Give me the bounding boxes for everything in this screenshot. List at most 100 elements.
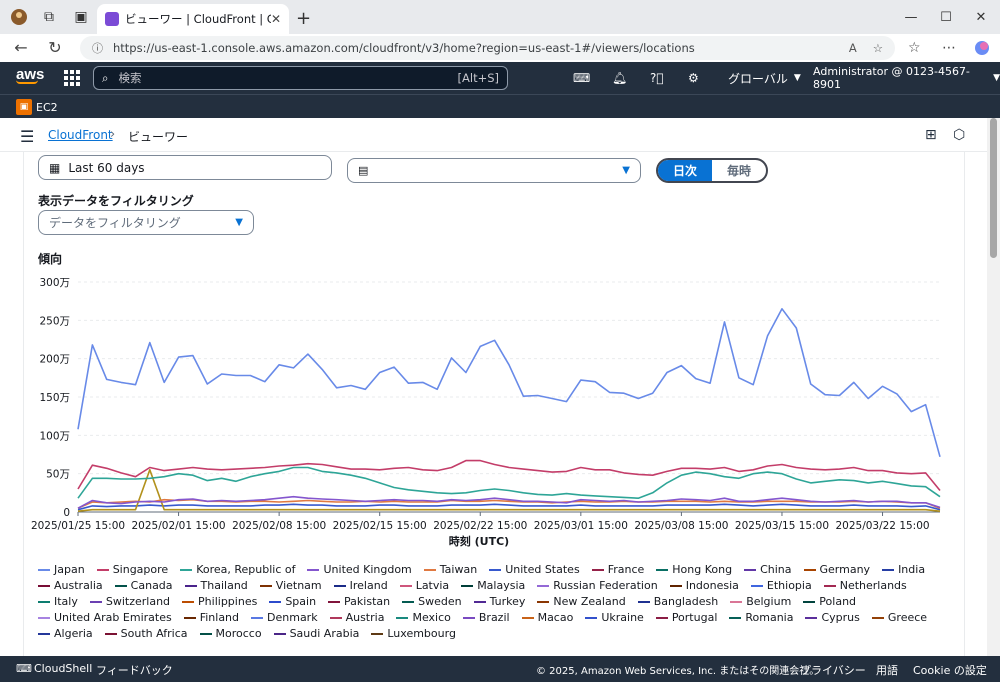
profile-icon[interactable] [2,0,36,34]
legend-item[interactable]: Romania [729,610,793,625]
breadcrumb-cloudfront-link[interactable]: CloudFront [48,128,113,142]
legend-item[interactable]: Korea, Republic of [180,562,295,577]
terms-link[interactable]: 用語 [876,662,898,678]
legend-item[interactable]: Turkey [473,594,525,609]
legend-item[interactable]: Vietnam [259,578,322,593]
legend-item[interactable]: Italy [38,594,78,609]
cloudfront-favicon-icon [105,12,119,26]
ec2-shortcut[interactable]: ▣ EC2 [16,99,58,115]
x-tick-label: 2025/03/08 15:00 [634,520,728,532]
account-caret-icon: ▼ [993,73,1000,83]
services-menu-icon[interactable] [64,70,80,86]
legend-item[interactable]: Hong Kong [656,562,732,577]
legend-item[interactable]: New Zealand [537,594,626,609]
legend-item[interactable]: Singapore [96,562,168,577]
favorite-star-icon[interactable]: ☆ [873,41,883,55]
legend-swatch [182,600,195,603]
x-tick-label: 2025/03/22 15:00 [835,520,929,532]
back-icon[interactable]: ← [6,38,36,57]
legend-item[interactable]: United Kingdom [307,562,412,577]
vertical-tabs-icon[interactable]: ▣ [64,0,98,34]
legend-swatch [521,616,534,619]
legend-item[interactable]: Mexico [396,610,451,625]
cloudshell-link[interactable]: CloudShell [34,662,92,675]
legend-item[interactable]: Indonesia [669,578,739,593]
scrollbar-thumb[interactable] [990,118,997,258]
legend-item[interactable]: Canada [114,578,173,593]
legend-item[interactable]: Denmark [251,610,318,625]
site-info-icon[interactable]: ⓘ [92,40,103,56]
legend-item[interactable]: Germany [803,562,870,577]
legend-item[interactable]: South Africa [104,626,188,641]
legend-item[interactable]: Ukraine [585,610,644,625]
legend-item[interactable]: Philippines [182,594,257,609]
legend-item[interactable]: Portugal [655,610,717,625]
legend-item[interactable]: Malaysia [461,578,525,593]
console-search-input[interactable]: ⌕ 検索 [Alt+S] [93,66,508,90]
reload-icon[interactable]: ↻ [40,38,70,57]
legend-item[interactable]: Brazil [462,610,510,625]
legend-item[interactable]: Thailand [184,578,248,593]
legend-item[interactable]: United States [489,562,580,577]
notifications-bell-icon[interactable]: 🔔︎ [612,62,627,94]
aws-logo[interactable]: aws [16,66,44,84]
account-label: Administrator @ 0123-4567-8901 [813,65,970,91]
legend-item[interactable]: Japan [38,562,85,577]
legend-item[interactable]: Morocco [199,626,262,641]
legend-item[interactable]: Ireland [333,578,388,593]
legend-item[interactable]: Latvia [399,578,449,593]
legend-item[interactable]: China [744,562,792,577]
workspaces-icon[interactable]: ⧉ [32,0,66,34]
more-menu-icon[interactable]: ⋯ [942,34,956,62]
account-menu[interactable]: Administrator @ 0123-4567-8901 ▼ [813,62,1000,94]
legend-item[interactable]: Bangladesh [637,594,718,609]
legend-item[interactable]: Cyprus [805,610,860,625]
legend-item[interactable]: Sweden [402,594,462,609]
help-icon[interactable]: ?⃝ [650,62,664,94]
legend-item[interactable]: Switzerland [89,594,170,609]
feedback-link[interactable]: フィードバック [96,662,173,678]
read-aloud-icon[interactable]: A [849,41,857,55]
legend-item[interactable]: India [882,562,925,577]
url-field[interactable]: ⓘ https://us-east-1.console.aws.amazon.c… [80,36,895,60]
new-tab-icon[interactable]: + [296,8,311,29]
series-line-singapore [77,459,941,492]
legend-item[interactable]: Austria [329,610,384,625]
legend-item[interactable]: Netherlands [823,578,907,593]
cookie-settings-link[interactable]: Cookie の設定 [913,662,987,678]
legend-item[interactable]: Algeria [38,626,93,641]
cloudshell-footer-icon[interactable]: ⌨ [16,662,32,675]
x-tick-label: 2025/02/15 15:00 [333,520,427,532]
info-panel-icon[interactable]: ⊞ [925,127,937,143]
legend-item[interactable]: Belgium [730,594,791,609]
legend-item[interactable]: Russian Federation [537,578,658,593]
privacy-link[interactable]: プライバシー [800,662,866,678]
close-tab-icon[interactable]: ✕ [271,12,281,26]
legend-item[interactable]: United Arab Emirates [38,610,172,625]
cloudshell-icon[interactable]: ⌨ [573,62,590,94]
legend-item[interactable]: Macao [521,610,573,625]
browser-tab-active[interactable]: ビューワー | CloudFront | Global ✕ [97,4,289,34]
legend-item[interactable]: Greece [871,610,927,625]
copilot-icon[interactable] [974,34,990,62]
y-tick-label: 300万 [39,277,70,289]
legend-item[interactable]: Spain [269,594,316,609]
region-caret-icon: ▼ [793,73,801,83]
page-scrollbar[interactable] [987,118,1000,656]
legend-item[interactable]: Luxembourg [371,626,456,641]
legend-label: Luxembourg [387,627,456,640]
region-selector[interactable]: グローバル ▼ [728,62,801,94]
legend-item[interactable]: Poland [803,594,856,609]
legend-item[interactable]: Finland [183,610,239,625]
window-close-icon[interactable]: ✕ [960,0,1000,34]
legend-item[interactable]: Australia [38,578,103,593]
side-nav-toggle-icon[interactable]: ☰ [20,127,34,146]
tools-panel-icon[interactable]: ⬡ [953,127,965,143]
legend-item[interactable]: France [591,562,644,577]
favorites-icon[interactable]: ☆ [908,34,921,62]
legend-item[interactable]: Taiwan [423,562,477,577]
legend-item[interactable]: Saudi Arabia [273,626,359,641]
legend-item[interactable]: Pakistan [328,594,390,609]
settings-gear-icon[interactable]: ⚙ [688,62,699,94]
legend-item[interactable]: Ethiopia [750,578,812,593]
